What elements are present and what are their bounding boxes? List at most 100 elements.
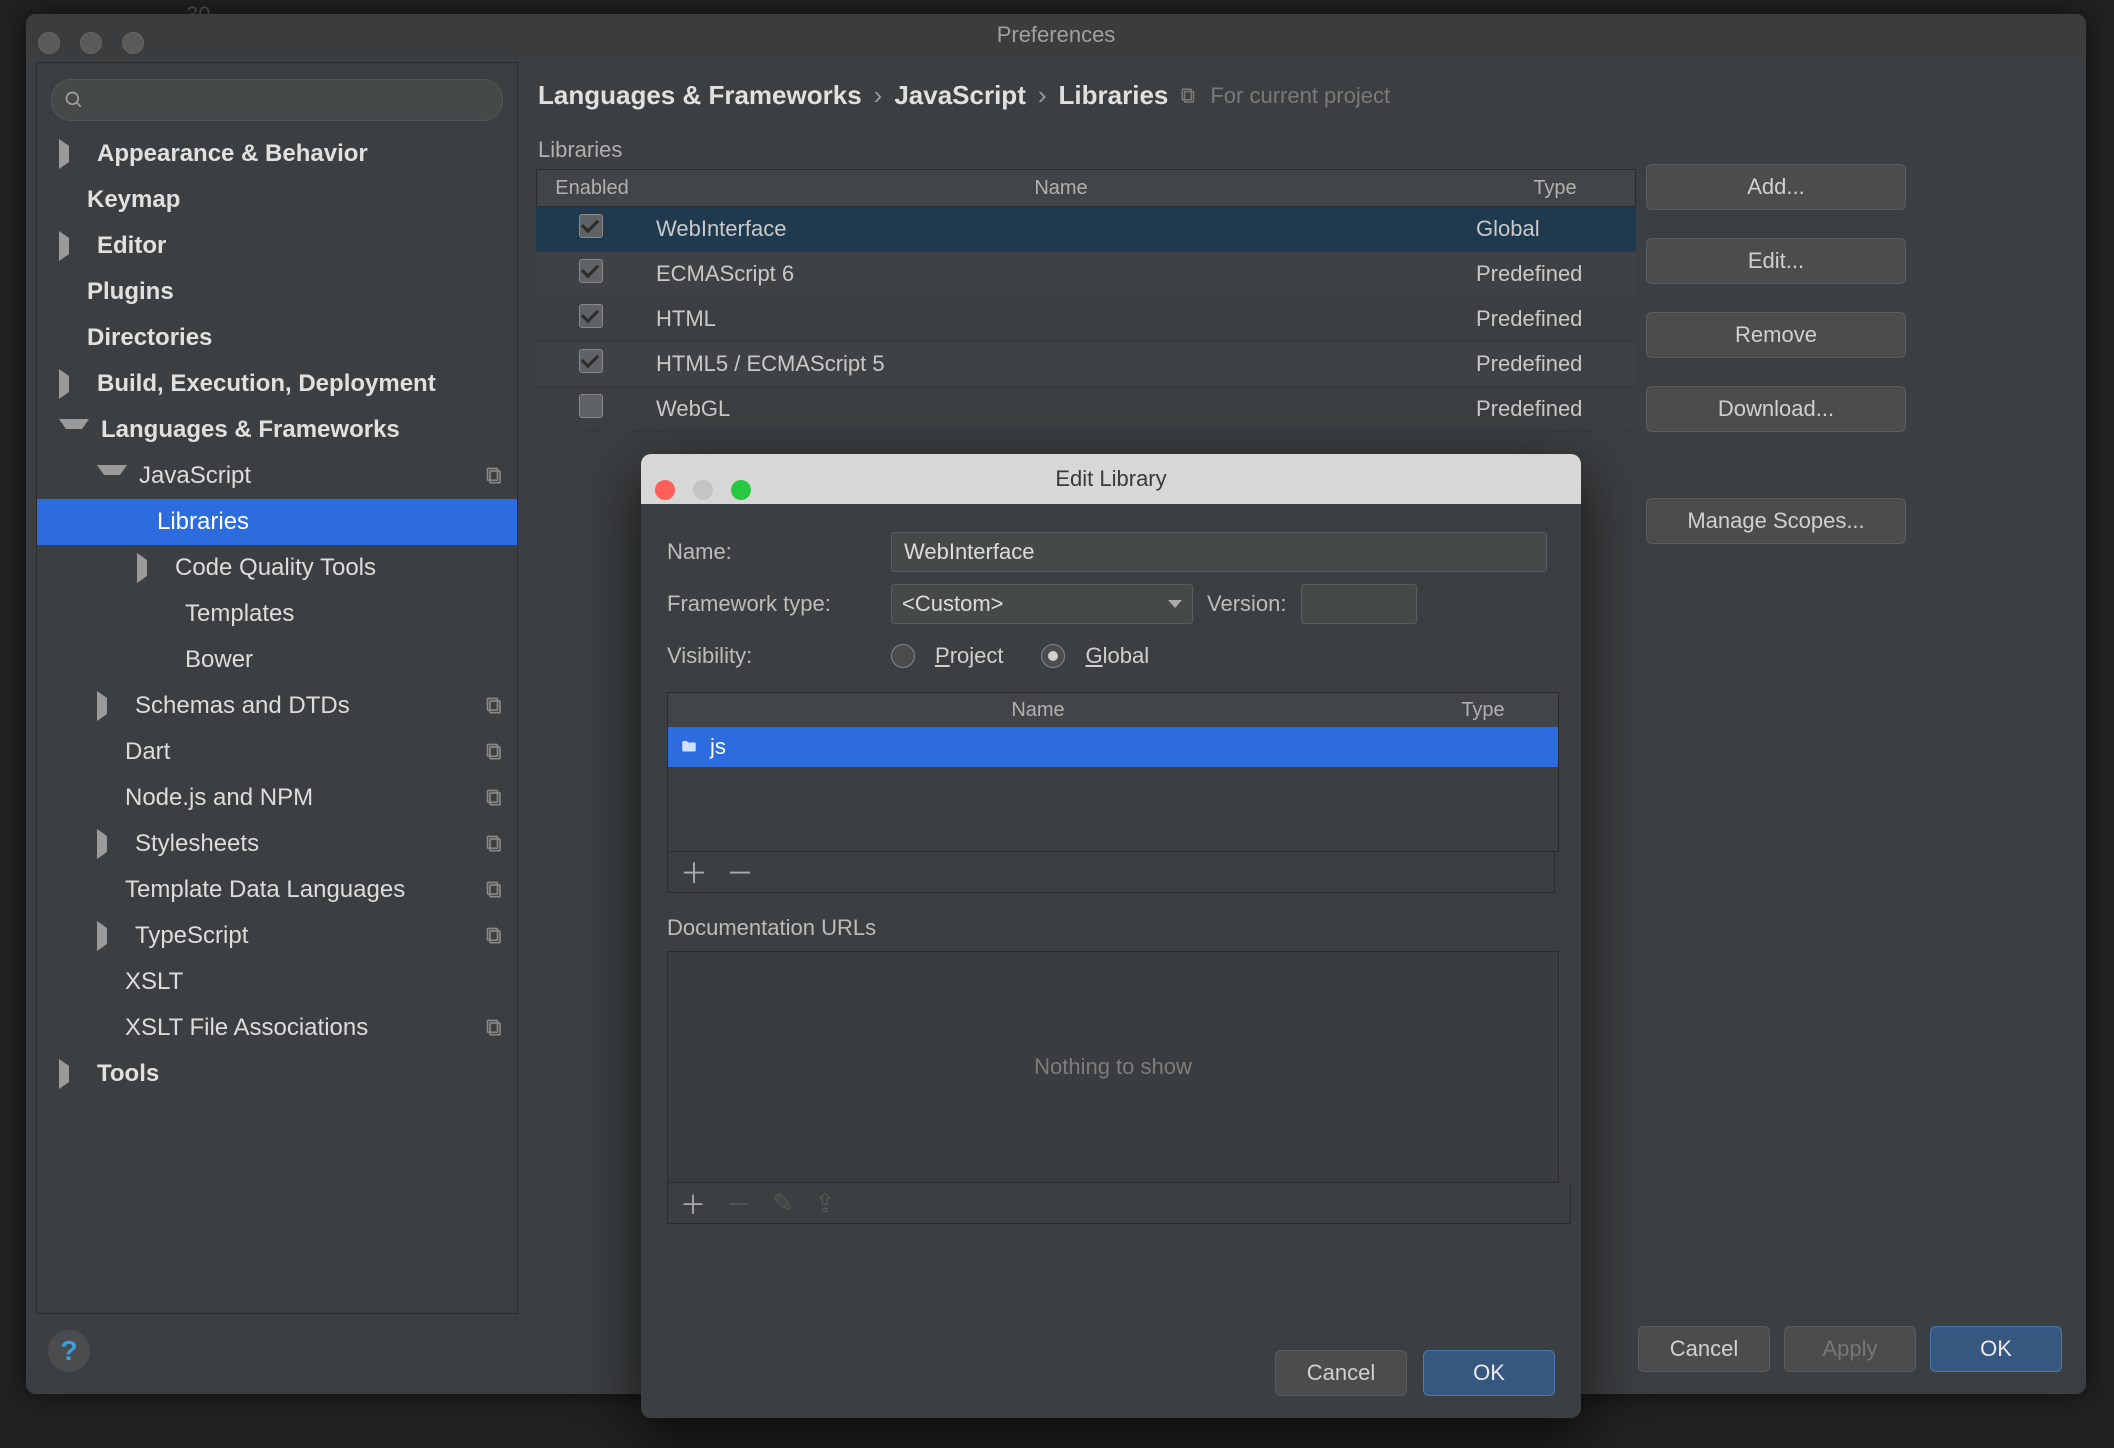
files-toolbar: ＋ － (667, 852, 1555, 893)
remove-icon[interactable]: － (726, 852, 752, 892)
checkbox-icon[interactable] (579, 349, 603, 373)
tree-schemas[interactable]: Schemas and DTDs (37, 683, 517, 729)
modal-cancel-button[interactable]: Cancel (1275, 1350, 1407, 1396)
zoom-icon[interactable] (731, 480, 751, 500)
tree-langs[interactable]: Languages & Frameworks (37, 407, 517, 453)
preferences-sidebar: Appearance & Behavior Keymap Editor Plug… (36, 62, 518, 1314)
ok-button[interactable]: OK (1930, 1326, 2062, 1372)
tree-xsltfa[interactable]: XSLT File Associations (37, 1005, 517, 1051)
chevron-right-icon (137, 553, 163, 583)
col-name[interactable]: Name (647, 170, 1475, 206)
remove-button[interactable]: Remove (1646, 312, 1906, 358)
settings-tree: Appearance & Behavior Keymap Editor Plug… (37, 131, 517, 1097)
tree-appearance[interactable]: Appearance & Behavior (37, 131, 517, 177)
search-input[interactable] (92, 88, 490, 113)
tree-node[interactable]: Node.js and NPM (37, 775, 517, 821)
chevron-right-icon (59, 1059, 85, 1089)
search-icon (64, 90, 84, 110)
minimize-icon[interactable] (693, 480, 713, 500)
table-row[interactable]: WebGLPredefined (536, 387, 1636, 432)
side-buttons: Add... Edit... Remove Download... Manage… (1646, 164, 1906, 544)
add-icon[interactable]: ＋ (680, 852, 706, 892)
tree-dart[interactable]: Dart (37, 729, 517, 775)
search-field[interactable] (51, 79, 503, 121)
files-header: Name Type (668, 693, 1558, 727)
add-icon[interactable]: ＋ (680, 1185, 706, 1222)
traffic-lights[interactable] (655, 468, 763, 518)
tree-libraries[interactable]: Libraries (37, 499, 517, 545)
tree-typescript[interactable]: TypeScript (37, 913, 517, 959)
tree-tdl[interactable]: Template Data Languages (37, 867, 517, 913)
visibility-project-label[interactable]: Project (935, 643, 1003, 670)
tree-editor[interactable]: Editor (37, 223, 517, 269)
enabled-cell[interactable] (536, 259, 646, 289)
breadcrumb-js[interactable]: JavaScript (894, 80, 1026, 111)
close-icon[interactable] (655, 480, 675, 500)
files-col-name[interactable]: Name (668, 693, 1408, 727)
chevron-right-icon (59, 139, 85, 169)
tree-bower[interactable]: Bower (37, 637, 517, 683)
table-row[interactable]: HTMLPredefined (536, 297, 1636, 342)
dialog-bottom-buttons: Cancel Apply OK (1638, 1326, 2062, 1372)
type-cell: Predefined (1476, 306, 1636, 332)
file-row[interactable]: js (668, 727, 1558, 767)
minimize-icon[interactable] (80, 32, 102, 54)
modal-title: Edit Library (1055, 466, 1166, 491)
chevron-right-icon (97, 691, 123, 721)
breadcrumb-sep: › (874, 80, 883, 111)
files-col-type[interactable]: Type (1408, 693, 1558, 727)
tree-xslt[interactable]: XSLT (37, 959, 517, 1005)
tree-plugins[interactable]: Plugins (37, 269, 517, 315)
window-title: Preferences (997, 22, 1116, 47)
table-row[interactable]: HTML5 / ECMAScript 5Predefined (536, 342, 1636, 387)
checkbox-icon[interactable] (579, 394, 603, 418)
add-button[interactable]: Add... (1646, 164, 1906, 210)
tree-templates[interactable]: Templates (37, 591, 517, 637)
zoom-icon[interactable] (122, 32, 144, 54)
tree-javascript[interactable]: JavaScript (37, 453, 517, 499)
enabled-cell[interactable] (536, 214, 646, 244)
enabled-cell[interactable] (536, 304, 646, 334)
name-label: Name: (667, 539, 877, 565)
docs-label: Documentation URLs (667, 915, 1555, 941)
table-row[interactable]: ECMAScript 6Predefined (536, 252, 1636, 297)
checkbox-icon[interactable] (579, 304, 603, 328)
breadcrumb: Languages & Frameworks › JavaScript › Li… (538, 80, 2072, 111)
visibility-project-radio[interactable] (891, 644, 915, 668)
tree-build[interactable]: Build, Execution, Deployment (37, 361, 517, 407)
name-cell: ECMAScript 6 (646, 261, 1476, 287)
table-row[interactable]: WebInterfaceGlobal (536, 207, 1636, 252)
apply-button[interactable]: Apply (1784, 1326, 1916, 1372)
enabled-cell[interactable] (536, 394, 646, 424)
enabled-cell[interactable] (536, 349, 646, 379)
version-input[interactable] (1301, 584, 1417, 624)
tree-stylesheets[interactable]: Stylesheets (37, 821, 517, 867)
type-cell: Predefined (1476, 261, 1636, 287)
breadcrumb-langs[interactable]: Languages & Frameworks (538, 80, 862, 111)
col-type[interactable]: Type (1475, 170, 1635, 206)
libraries-table: Enabled Name Type WebInterfaceGlobalECMA… (536, 169, 1636, 432)
tree-cqt[interactable]: Code Quality Tools (37, 545, 517, 591)
per-project-icon (485, 834, 505, 854)
tree-directories[interactable]: Directories (37, 315, 517, 361)
col-enabled[interactable]: Enabled (537, 170, 647, 206)
visibility-global-label[interactable]: Global (1085, 643, 1149, 670)
manage-scopes-button[interactable]: Manage Scopes... (1646, 498, 1906, 544)
name-input[interactable] (891, 532, 1547, 572)
chevron-down-icon (97, 465, 127, 491)
close-icon[interactable] (38, 32, 60, 54)
visibility-global-radio[interactable] (1041, 644, 1065, 668)
framework-select[interactable]: <Custom> (891, 584, 1193, 624)
help-button[interactable]: ? (48, 1330, 90, 1372)
framework-value: <Custom> (902, 591, 1004, 617)
checkbox-icon[interactable] (579, 259, 603, 283)
docs-panel: Nothing to show (667, 951, 1559, 1183)
cancel-button[interactable]: Cancel (1638, 1326, 1770, 1372)
edit-button[interactable]: Edit... (1646, 238, 1906, 284)
tree-tools[interactable]: Tools (37, 1051, 517, 1097)
checkbox-icon[interactable] (579, 214, 603, 238)
modal-ok-button[interactable]: OK (1423, 1350, 1555, 1396)
tree-keymap[interactable]: Keymap (37, 177, 517, 223)
download-button[interactable]: Download... (1646, 386, 1906, 432)
type-cell: Predefined (1476, 351, 1636, 377)
